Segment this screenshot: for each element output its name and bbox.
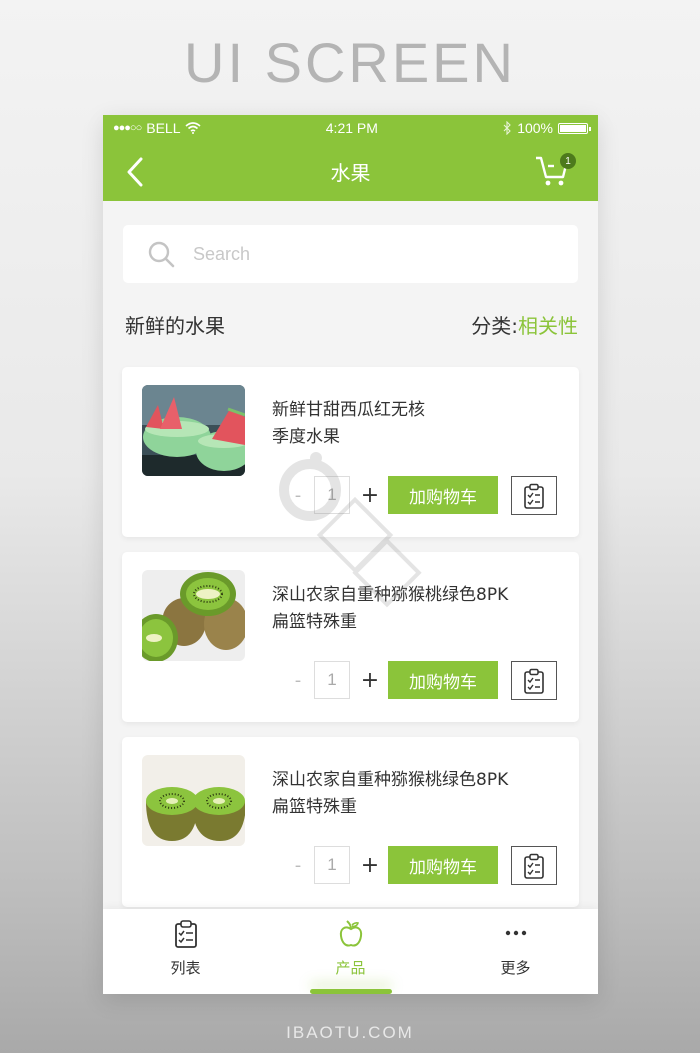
section-title: 新鲜的水果 bbox=[125, 314, 225, 338]
decrease-button[interactable]: - bbox=[282, 670, 314, 691]
more-icon bbox=[505, 930, 526, 936]
add-to-list-button[interactable] bbox=[511, 661, 557, 700]
clipboard-icon bbox=[524, 668, 544, 694]
add-to-list-button[interactable] bbox=[511, 476, 557, 515]
increase-button[interactable]: + bbox=[350, 483, 390, 508]
add-to-cart-button[interactable]: 加购物车 bbox=[388, 846, 498, 884]
bluetooth-icon bbox=[503, 121, 511, 135]
search-icon bbox=[148, 241, 175, 268]
battery-icon bbox=[558, 122, 591, 134]
add-to-cart-button[interactable]: 加购物车 bbox=[388, 661, 498, 699]
product-card[interactable]: 新鲜甘甜西瓜红无核 季度水果 - 1 + 加购物车 bbox=[122, 367, 579, 537]
quantity-field[interactable]: 1 bbox=[314, 476, 350, 514]
product-image-kiwi[interactable] bbox=[142, 570, 245, 661]
product-name[interactable]: 新鲜甘甜西瓜红无核 季度水果 bbox=[272, 397, 562, 451]
status-bar: ●●●○○ BELL 4:21 PM 100% bbox=[103, 115, 598, 141]
clipboard-icon bbox=[524, 853, 544, 879]
sort-selector[interactable]: 分类:相关性 bbox=[471, 310, 578, 339]
carrier-label: BELL bbox=[146, 120, 181, 136]
sort-value[interactable]: 相关性 bbox=[518, 314, 578, 338]
tab-list[interactable]: 列表 bbox=[103, 909, 268, 994]
banner-title: UI SCREEN bbox=[184, 31, 516, 94]
product-name[interactable]: 深山农家自重种猕猴桃绿色8PK 扁篮特殊重 bbox=[272, 582, 562, 636]
search-input[interactable] bbox=[193, 243, 543, 265]
apple-icon bbox=[339, 920, 362, 947]
signal-icon: ●●●○○ bbox=[113, 122, 142, 134]
decrease-button[interactable]: - bbox=[282, 485, 314, 506]
quantity-field[interactable]: 1 bbox=[314, 846, 350, 884]
decrease-button[interactable]: - bbox=[282, 855, 314, 876]
increase-button[interactable]: + bbox=[350, 853, 390, 878]
sort-label: 分类: bbox=[471, 314, 518, 338]
product-image-kiwi-halves[interactable] bbox=[142, 755, 245, 846]
quantity-stepper: - 1 + bbox=[282, 661, 390, 699]
clock: 4:21 PM bbox=[325, 120, 378, 136]
product-image-watermelon[interactable] bbox=[142, 385, 245, 476]
chevron-left-icon[interactable] bbox=[121, 155, 151, 189]
cart-badge: 1 bbox=[560, 153, 576, 169]
quantity-field[interactable]: 1 bbox=[314, 661, 350, 699]
increase-button[interactable]: + bbox=[350, 668, 390, 693]
product-card[interactable]: 深山农家自重种猕猴桃绿色8PK 扁篮特殊重 - 1 + 加购物车 bbox=[122, 552, 579, 722]
product-name[interactable]: 深山农家自重种猕猴桃绿色8PK 扁篮特殊重 bbox=[272, 767, 562, 821]
tab-label: 更多 bbox=[500, 959, 531, 977]
phone-screen: ●●●○○ BELL 4:21 PM 100% 水果 1 新鲜的水果 分类:相关… bbox=[103, 115, 598, 994]
active-tab-indicator bbox=[309, 989, 392, 994]
section-header: 新鲜的水果 分类:相关性 bbox=[125, 310, 578, 339]
nav-bar: 水果 1 bbox=[103, 141, 598, 201]
wifi-icon bbox=[185, 122, 202, 134]
search-bar bbox=[123, 225, 578, 283]
add-to-cart-button[interactable]: 加购物车 bbox=[388, 476, 498, 514]
add-to-list-button[interactable] bbox=[511, 846, 557, 885]
tab-label: 产品 bbox=[335, 959, 366, 977]
quantity-stepper: - 1 + bbox=[282, 476, 390, 514]
footer-watermark: IBAOTU.COM bbox=[286, 1023, 414, 1042]
cart-button[interactable]: 1 bbox=[534, 153, 576, 189]
quantity-stepper: - 1 + bbox=[282, 846, 390, 884]
clipboard-icon bbox=[524, 483, 544, 509]
page-title: 水果 bbox=[330, 160, 371, 185]
battery-percent: 100% bbox=[517, 120, 553, 136]
tab-more[interactable]: 更多 bbox=[433, 909, 598, 994]
tab-bar: 列表 产品 更多 bbox=[103, 909, 598, 994]
clipboard-icon bbox=[174, 920, 197, 948]
product-card[interactable]: 深山农家自重种猕猴桃绿色8PK 扁篮特殊重 - 1 + 加购物车 bbox=[122, 737, 579, 907]
tab-products[interactable]: 产品 bbox=[268, 909, 433, 994]
tab-label: 列表 bbox=[170, 959, 201, 977]
